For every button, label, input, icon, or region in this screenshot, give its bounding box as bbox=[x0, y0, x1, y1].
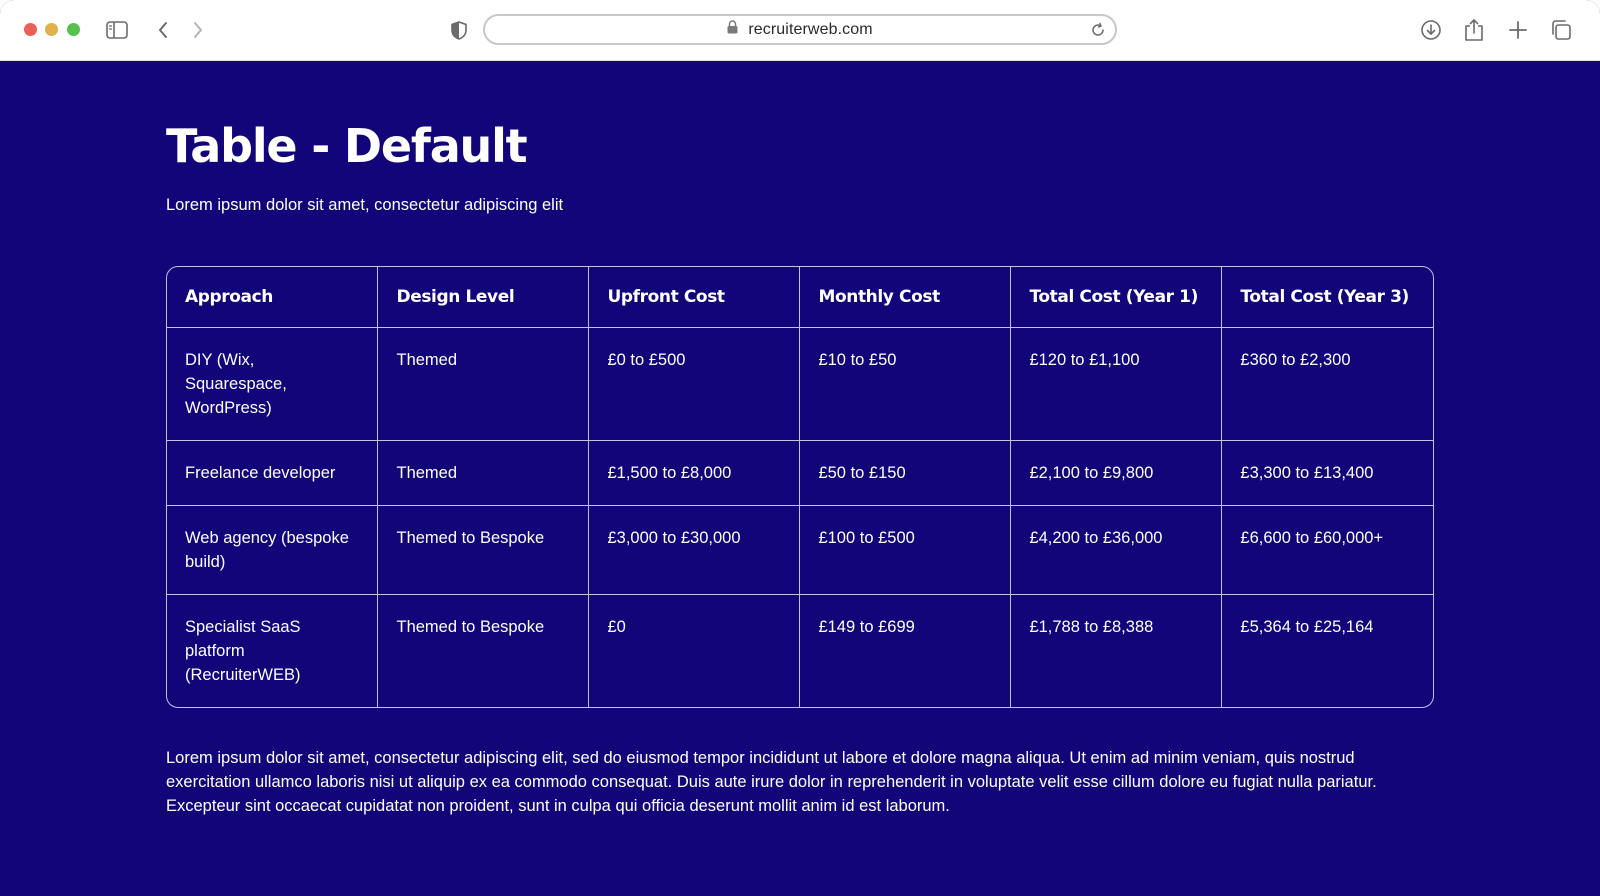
table-cell: £0 to £500 bbox=[588, 327, 801, 441]
table-cell: £3,000 to £30,000 bbox=[588, 505, 801, 595]
browser-window: recruiterweb.com Table - Default Lorem i… bbox=[0, 0, 1600, 896]
column-header: Monthly Cost bbox=[799, 267, 1012, 328]
minimize-window-button[interactable] bbox=[45, 23, 58, 36]
cost-comparison-table: Approach Design Level Upfront Cost Month… bbox=[166, 266, 1434, 708]
table-cell: Freelance developer bbox=[167, 440, 379, 506]
table-cell: Themed bbox=[377, 440, 590, 506]
table-row: DIY (Wix, Squarespace, WordPress) Themed… bbox=[167, 327, 1433, 441]
table-cell: £360 to £2,300 bbox=[1221, 327, 1433, 441]
shield-icon[interactable] bbox=[446, 17, 472, 43]
table-cell: Themed bbox=[377, 327, 590, 441]
download-icon[interactable] bbox=[1418, 17, 1444, 43]
column-header: Total Cost (Year 3) bbox=[1221, 267, 1433, 328]
table-cell: £2,100 to £9,800 bbox=[1010, 440, 1223, 506]
table-cell: Specialist SaaS platform (RecruiterWEB) bbox=[167, 594, 379, 707]
column-header: Upfront Cost bbox=[588, 267, 801, 328]
column-header: Approach bbox=[167, 267, 379, 328]
lock-icon bbox=[727, 20, 738, 39]
page-title: Table - Default bbox=[166, 119, 528, 173]
table-cell: £3,300 to £13,400 bbox=[1221, 440, 1433, 506]
table-cell: £1,788 to £8,388 bbox=[1010, 594, 1223, 707]
table-row: Specialist SaaS platform (RecruiterWEB) … bbox=[167, 594, 1433, 707]
share-icon[interactable] bbox=[1461, 17, 1487, 43]
table-cell: £4,200 to £36,000 bbox=[1010, 505, 1223, 595]
url-text: recruiterweb.com bbox=[748, 20, 873, 38]
forward-icon[interactable] bbox=[185, 17, 211, 43]
table-cell: £1,500 to £8,000 bbox=[588, 440, 801, 506]
table-cell: Themed to Bespoke bbox=[377, 594, 590, 707]
browser-toolbar: recruiterweb.com bbox=[0, 0, 1600, 61]
table-cell: £50 to £150 bbox=[799, 440, 1012, 506]
table-cell: £10 to £50 bbox=[799, 327, 1012, 441]
new-tab-icon[interactable] bbox=[1505, 17, 1531, 43]
tabs-overview-icon[interactable] bbox=[1548, 17, 1574, 43]
address-bar[interactable]: recruiterweb.com bbox=[483, 14, 1117, 45]
page-subtitle: Lorem ipsum dolor sit amet, consectetur … bbox=[166, 196, 564, 214]
table-cell: £0 bbox=[588, 594, 801, 707]
table-row: Web agency (bespoke build) Themed to Bes… bbox=[167, 505, 1433, 595]
column-header: Design Level bbox=[377, 267, 590, 328]
zoom-window-button[interactable] bbox=[67, 23, 80, 36]
body-paragraph: Lorem ipsum dolor sit amet, consectetur … bbox=[166, 749, 1377, 815]
back-icon[interactable] bbox=[150, 17, 176, 43]
sidebar-icon[interactable] bbox=[104, 17, 130, 43]
table-row: Freelance developer Themed £1,500 to £8,… bbox=[167, 440, 1433, 506]
column-header: Total Cost (Year 1) bbox=[1010, 267, 1223, 328]
table-cell: £6,600 to £60,000+ bbox=[1221, 505, 1433, 595]
table-cell: Web agency (bespoke build) bbox=[167, 505, 379, 595]
table-cell: £149 to £699 bbox=[799, 594, 1012, 707]
table-cell: DIY (Wix, Squarespace, WordPress) bbox=[167, 327, 379, 441]
reload-icon[interactable] bbox=[1089, 21, 1107, 39]
table-cell: £120 to £1,100 bbox=[1010, 327, 1223, 441]
close-window-button[interactable] bbox=[24, 23, 37, 36]
table-header-row: Approach Design Level Upfront Cost Month… bbox=[167, 267, 1433, 328]
table-cell: Themed to Bespoke bbox=[377, 505, 590, 595]
table-cell: £100 to £500 bbox=[799, 505, 1012, 595]
table-cell: £5,364 to £25,164 bbox=[1240, 617, 1374, 636]
